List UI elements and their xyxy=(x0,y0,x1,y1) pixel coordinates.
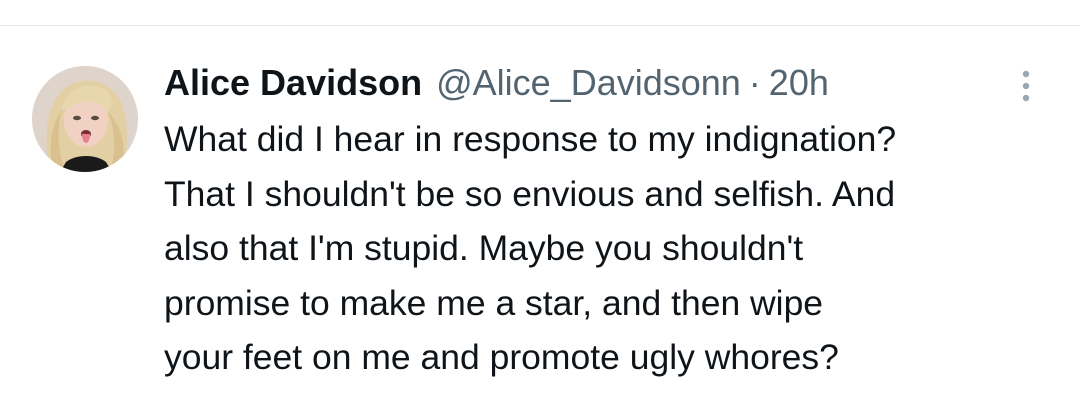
author-handle[interactable]: @Alice_Davidsonn xyxy=(436,60,741,106)
tweet-text-line: promise to make me a star, and then wipe xyxy=(164,282,824,323)
tweet-card[interactable]: Alice Davidson @Alice_Davidsonn · 20h Wh… xyxy=(0,26,1080,412)
tweet-text-line: also that I'm stupid. Maybe you shouldn'… xyxy=(164,228,804,268)
tweet-text-line: What did I hear in response to my indign… xyxy=(164,119,897,159)
more-options-button[interactable] xyxy=(1012,66,1040,106)
tweet-text: What did I hear in response to my indign… xyxy=(164,112,1064,385)
separator-dot: · xyxy=(748,62,761,103)
timestamp[interactable]: 20h xyxy=(769,60,829,106)
tweet-text-line: That I shouldn't be so envious and selfi… xyxy=(164,173,896,214)
tweet-header: Alice Davidson @Alice_Davidsonn · 20h xyxy=(164,60,829,106)
author-name[interactable]: Alice Davidson xyxy=(164,60,422,106)
avatar[interactable] xyxy=(32,66,138,172)
more-vertical-icon xyxy=(1022,70,1030,102)
tweet-text-line: your feet on me and promote ugly whores? xyxy=(164,337,839,377)
avatar-image xyxy=(32,66,138,172)
